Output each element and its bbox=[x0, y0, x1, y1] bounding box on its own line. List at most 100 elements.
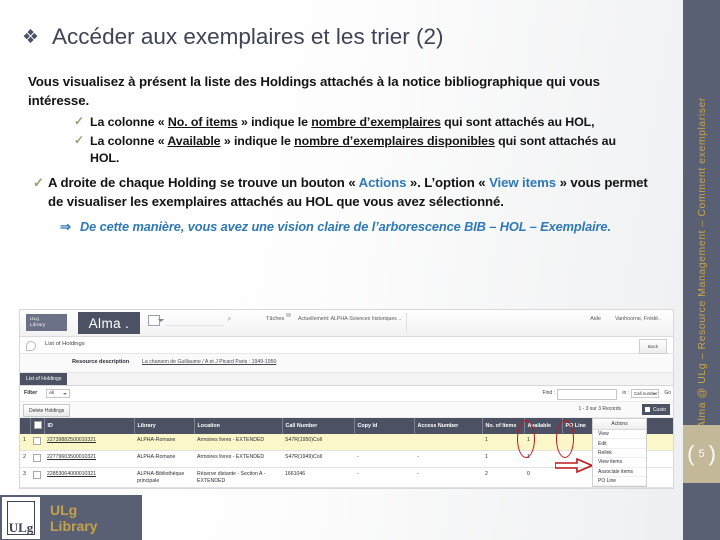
cell-index: 3 bbox=[20, 467, 30, 488]
find-label: Find : bbox=[542, 390, 555, 396]
column-name: No. of items bbox=[167, 115, 238, 129]
check-icon: ✓ bbox=[33, 174, 44, 190]
cell-location: Armoires livres - EXTENDED bbox=[194, 450, 282, 468]
cell-access-number: - bbox=[414, 467, 482, 488]
divider bbox=[406, 313, 407, 332]
conclusion-text: De cette manière, vous avez une vision c… bbox=[80, 218, 611, 234]
table-row[interactable]: 1 22739882500010321 ALPHA-Romane Armoire… bbox=[20, 434, 673, 451]
th-checkbox[interactable] bbox=[30, 418, 45, 434]
th-library[interactable]: Library bbox=[134, 418, 195, 434]
cell-checkbox[interactable] bbox=[30, 434, 44, 451]
row-checkbox[interactable] bbox=[33, 436, 41, 445]
home-icon[interactable] bbox=[26, 341, 36, 351]
tab-bar: List of Holdings bbox=[20, 373, 673, 386]
th-access-number[interactable]: Access Number bbox=[414, 418, 483, 434]
breadcrumb-label: List of Holdings bbox=[45, 341, 85, 347]
current-scope-label[interactable]: Actuellement: ALPHA-Sciences historiques… bbox=[298, 316, 401, 322]
actions-button[interactable]: Actions bbox=[593, 419, 646, 430]
annotation-ellipse-no-of-items bbox=[517, 420, 535, 458]
holding-id-link[interactable]: 22853064000010321 bbox=[47, 471, 96, 477]
cell-id[interactable]: 22779603500010321 bbox=[44, 450, 134, 468]
holding-id-link[interactable]: 22739882500010321 bbox=[47, 437, 96, 443]
filter-select[interactable]: All bbox=[46, 389, 70, 398]
menu-item-relink[interactable]: Relink bbox=[593, 449, 646, 459]
list-item: ✓ A droite de chaque Holding se trouve un… bbox=[33, 173, 648, 236]
tasks-menu[interactable]: Tâches bbox=[266, 313, 292, 322]
alma-brand-logo: Alma . bbox=[78, 312, 140, 334]
find-in-select[interactable]: Call number bbox=[631, 389, 659, 398]
bracket-left: ( bbox=[687, 441, 695, 466]
slide-canvas: ❖ Accéder aux exemplaires et les trier (… bbox=[0, 0, 720, 540]
search-icon[interactable]: ⌕ bbox=[227, 314, 231, 324]
slide-body: Vous visualisez à présent la liste des H… bbox=[28, 72, 648, 236]
holding-id-link[interactable]: 22779603500010321 bbox=[47, 454, 96, 460]
actions-dropdown[interactable]: Actions View Edit Relink View items Asso… bbox=[592, 418, 647, 488]
menu-item-associate-items[interactable]: Associate items bbox=[593, 468, 646, 477]
delete-holdings-button[interactable]: Delete Holdings bbox=[23, 404, 71, 417]
main-part2: ». L’option « bbox=[406, 174, 490, 190]
column-name: Available bbox=[167, 133, 221, 148]
table-toolbar: Delete Holdings 1 - 3 sur 3 Records Cust… bbox=[20, 402, 673, 418]
cell-call-number: 1661046 bbox=[282, 467, 354, 488]
page-number: 5 bbox=[698, 448, 705, 460]
menu-item-view-items[interactable]: View items bbox=[593, 458, 646, 468]
check-icon: ✓ bbox=[74, 114, 84, 128]
cell-checkbox[interactable] bbox=[30, 467, 44, 488]
find-in-label: in : bbox=[622, 390, 629, 396]
bullet-mid: » indique le bbox=[237, 115, 312, 129]
filter-row: Filter All Find : in : Call number Go bbox=[20, 386, 673, 402]
alma-top-bar: ULg Library Alma . ⌕ Tâches Actuellement… bbox=[20, 310, 673, 337]
back-button[interactable]: Back bbox=[639, 339, 667, 354]
th-id[interactable]: ID bbox=[44, 418, 135, 434]
go-button[interactable]: Go bbox=[664, 390, 671, 396]
th-copy-id[interactable]: Copy Id bbox=[354, 418, 415, 434]
resource-description-row: Resource description La chanson de Guill… bbox=[20, 354, 673, 373]
cell-no-of-items: 1 bbox=[482, 450, 524, 468]
cell-checkbox[interactable] bbox=[30, 450, 44, 468]
list-item: ✓ La colonne « No. of items » indique le … bbox=[74, 114, 648, 132]
conclusion-list: ⇒ De cette manière, vous avez une vision … bbox=[48, 218, 648, 236]
bracket-right: ) bbox=[708, 441, 716, 466]
help-link[interactable]: Aide bbox=[590, 316, 601, 322]
select-all-checkbox[interactable] bbox=[33, 421, 42, 429]
find-input[interactable] bbox=[557, 389, 617, 400]
resource-description-value[interactable]: La chanson de Guillaume / A et J Picard … bbox=[142, 359, 276, 365]
cell-access-number: - bbox=[414, 450, 482, 468]
alma-ulg-logo: ULg Library bbox=[26, 314, 67, 331]
sub-bullet-list: ✓ La colonne « No. of items » indique le … bbox=[28, 114, 648, 168]
search-scope-dropdown[interactable] bbox=[148, 315, 164, 326]
resource-description-label: Resource description bbox=[72, 359, 130, 365]
user-menu[interactable]: Vanhoorne, Frédé.. bbox=[615, 316, 661, 322]
annotation-ellipse-available bbox=[556, 420, 574, 458]
page-title: ❖ Accéder aux exemplaires et les trier (… bbox=[22, 16, 642, 58]
page-number-badge: ( 5 ) bbox=[683, 425, 720, 483]
cell-id[interactable]: 22739882500010321 bbox=[44, 434, 134, 451]
th-location[interactable]: Location bbox=[194, 418, 283, 434]
actions-link-text: Actions bbox=[358, 174, 407, 190]
cell-index: 1 bbox=[20, 434, 30, 451]
cell-copy-id: - bbox=[354, 467, 414, 488]
cell-id[interactable]: 22853064000010321 bbox=[44, 467, 134, 488]
row-checkbox[interactable] bbox=[33, 453, 41, 462]
customize-button[interactable]: Custo bbox=[641, 404, 670, 415]
title-text: Accéder aux exemplaires et les trier (2) bbox=[52, 24, 444, 49]
record-count: 1 - 3 sur 3 Records bbox=[578, 406, 621, 412]
menu-item-po-line[interactable]: PO Line bbox=[593, 477, 646, 487]
cell-library: ALPHA-Bibliothèque principale bbox=[134, 467, 194, 488]
menu-item-edit[interactable]: Edit bbox=[593, 439, 646, 449]
cell-call-number: S47R(1949)Coll bbox=[282, 450, 354, 468]
search-input[interactable] bbox=[166, 315, 224, 326]
intro-paragraph: Vous visualisez à présent la liste des H… bbox=[28, 74, 600, 108]
menu-item-view[interactable]: View bbox=[593, 430, 646, 440]
alma-ulg-logo-line2: Library bbox=[30, 322, 46, 327]
cell-copy-id: - bbox=[354, 450, 414, 468]
cell-location: Réserve distante - Section A - EXTENDED bbox=[194, 467, 282, 488]
th-call-number[interactable]: Call Number bbox=[282, 418, 355, 434]
ulg-crest-icon: ULg bbox=[2, 496, 40, 539]
row-checkbox[interactable] bbox=[33, 470, 41, 479]
filter-label: Filter bbox=[24, 390, 38, 396]
tab-list-of-holdings[interactable]: List of Holdings bbox=[20, 373, 68, 385]
ulg-library-logo: ULg ULg Library bbox=[0, 495, 142, 540]
cell-call-number: S47R(1950)Coll bbox=[282, 434, 354, 451]
double-arrow-icon: ⇒ bbox=[60, 218, 71, 234]
